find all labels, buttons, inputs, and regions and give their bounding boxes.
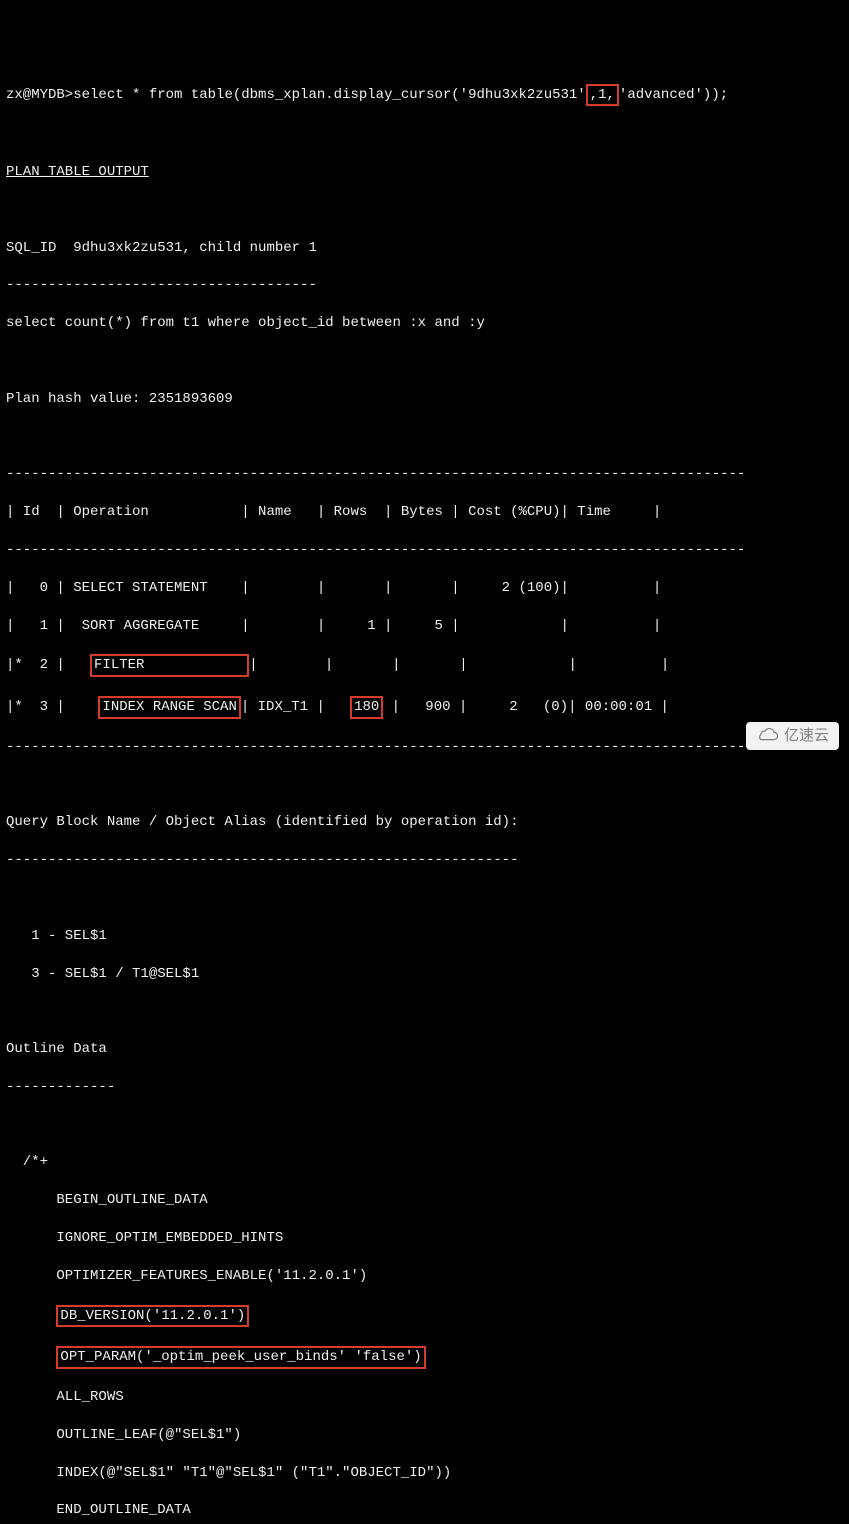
sep: -------------------------------------	[6, 276, 843, 295]
cmd-pre: select * from table(dbms_xplan.display_c…	[73, 87, 585, 103]
command-line: zx@MYDB>select * from table(dbms_xplan.d…	[6, 84, 843, 107]
blank	[6, 1002, 843, 1021]
hint-line: ALL_ROWS	[6, 1388, 843, 1407]
index-range-scan-highlight: INDEX RANGE SCAN	[98, 696, 240, 719]
hint-line: OUTLINE_LEAF(@"SEL$1")	[6, 1426, 843, 1445]
hint-line: DB_VERSION('11.2.0.1')	[6, 1305, 843, 1328]
filter-highlight: FILTER	[90, 654, 249, 677]
table-row: |* 2 | FILTER | | | | | |	[6, 654, 843, 677]
outline-title: Outline Data	[6, 1040, 843, 1059]
hint-line: END_OUTLINE_DATA	[6, 1501, 843, 1520]
hint-line: BEGIN_OUTLINE_DATA	[6, 1191, 843, 1210]
qblock-title: Query Block Name / Object Alias (identif…	[6, 813, 843, 832]
table-sep: ----------------------------------------…	[6, 738, 843, 757]
prompt: zx@MYDB>	[6, 87, 73, 103]
query-text: select count(*) from t1 where object_id …	[6, 314, 843, 333]
table-sep: ----------------------------------------…	[6, 465, 843, 484]
cmd-child-arg-highlight: ,1,	[586, 84, 619, 107]
hint-line: INDEX(@"SEL$1" "T1"@"SEL$1" ("T1"."OBJEC…	[6, 1464, 843, 1483]
hint-line: OPTIMIZER_FEATURES_ENABLE('11.2.0.1')	[6, 1267, 843, 1286]
table-sep: ----------------------------------------…	[6, 541, 843, 560]
blank	[6, 776, 843, 795]
blank	[6, 201, 843, 220]
table-row: | 1 | SORT AGGREGATE | | 1 | 5 | | |	[6, 617, 843, 636]
outline-sep: -------------	[6, 1078, 843, 1097]
plan-hash: Plan hash value: 2351893609	[6, 390, 843, 409]
sql-id-line: SQL_ID 9dhu3xk2zu531, child number 1	[6, 239, 843, 258]
table-row: |* 3 | INDEX RANGE SCAN| IDX_T1 | 180 | …	[6, 696, 843, 719]
watermark-text: 亿速云	[784, 726, 829, 746]
watermark: 亿速云	[746, 722, 839, 750]
blank	[6, 125, 843, 144]
blank	[6, 1116, 843, 1135]
hint-line: OPT_PARAM('_optim_peek_user_binds' 'fals…	[6, 1346, 843, 1369]
table-row: | 0 | SELECT STATEMENT | | | | 2 (100)| …	[6, 579, 843, 598]
rows-180-highlight: 180	[350, 696, 383, 719]
opt-param-highlight: OPT_PARAM('_optim_peek_user_binds' 'fals…	[56, 1346, 425, 1369]
blank	[6, 889, 843, 908]
hint-line: IGNORE_OPTIM_EMBEDDED_HINTS	[6, 1229, 843, 1248]
table-header: | Id | Operation | Name | Rows | Bytes |…	[6, 503, 843, 522]
qblock-entry: 3 - SEL$1 / T1@SEL$1	[6, 965, 843, 984]
hint-open: /*+	[6, 1153, 843, 1172]
qblock-entry: 1 - SEL$1	[6, 927, 843, 946]
cloud-icon	[756, 728, 780, 744]
blank	[6, 428, 843, 447]
cmd-post: 'advanced'));	[619, 87, 728, 103]
plan-table-output-header: PLAN_TABLE_OUTPUT	[6, 163, 843, 182]
blank	[6, 352, 843, 371]
db-version-highlight: DB_VERSION('11.2.0.1')	[56, 1305, 249, 1328]
qblock-sep: ----------------------------------------…	[6, 851, 843, 870]
